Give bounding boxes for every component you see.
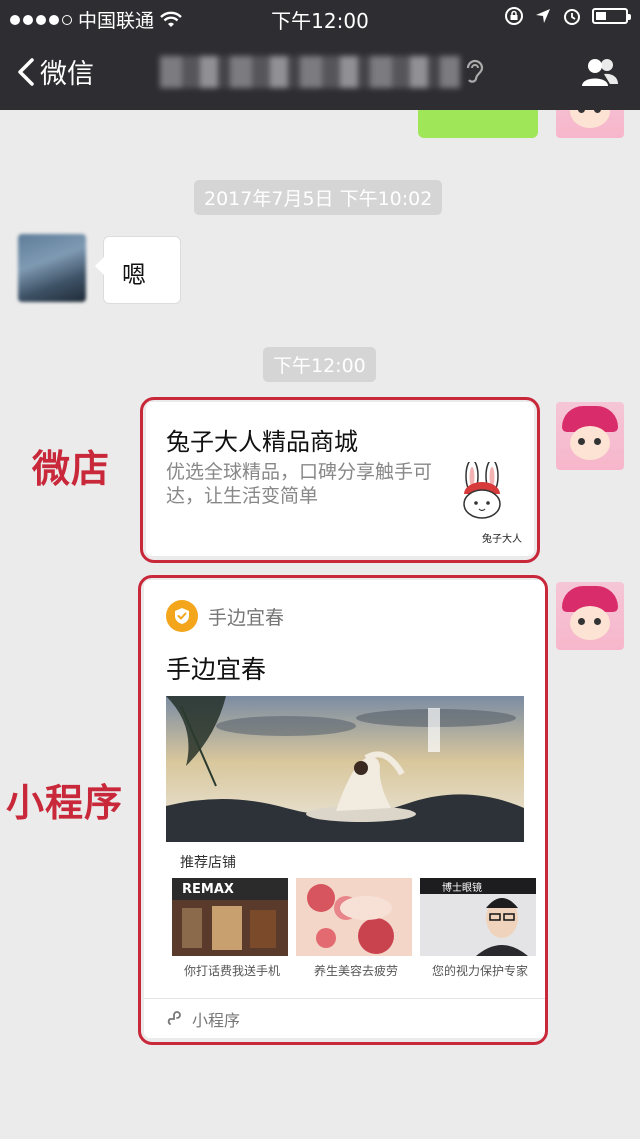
- annotation-miniprogram: 小程序: [6, 781, 124, 825]
- annotation-weidian: 微店: [32, 447, 111, 491]
- miniprogram-title: 手边宜春: [166, 655, 267, 684]
- miniprogram-footer: 小程序: [144, 998, 546, 1039]
- chat-title-blurred: [160, 56, 460, 88]
- shop-title: 兔子大人精品商城: [166, 428, 358, 456]
- rabbit-logo-text: 兔子大人: [482, 534, 522, 545]
- timestamp: 下午12:00: [263, 347, 376, 382]
- message-text: 嗯: [122, 261, 146, 289]
- location-icon: [536, 9, 550, 23]
- my-avatar[interactable]: [556, 402, 624, 470]
- my-avatar[interactable]: [556, 110, 624, 138]
- glasses-store-sign: 博士眼镜: [442, 883, 482, 894]
- status-bar: 中国联通 下午12:00: [0, 0, 640, 34]
- shop-thumbnail[interactable]: 博士眼镜: [420, 878, 536, 956]
- incoming-message-bubble[interactable]: 嗯: [95, 236, 181, 304]
- ear-icon: [466, 59, 484, 83]
- miniprogram-brand-row: 手边宜春: [166, 600, 284, 632]
- chat-area: 2017年7月5日 下午10:02 嗯 下午12:00 微店 小程序 兔子大人精…: [0, 110, 640, 1139]
- shop-caption: 您的视力保护专家: [432, 964, 529, 978]
- my-avatar[interactable]: [556, 582, 624, 650]
- miniprogram-brand-name: 手边宜春: [208, 606, 285, 629]
- shop-link-card[interactable]: 兔子大人精品商城 优选全球精品，口碑分享触手可达，让生活变简单 兔子大人: [146, 402, 534, 556]
- people-icon[interactable]: [580, 56, 620, 88]
- back-label: 微信: [40, 59, 94, 90]
- rabbit-logo-icon: [463, 462, 501, 519]
- sent-message-bubble[interactable]: [418, 110, 538, 138]
- rotation-lock-icon: [505, 7, 523, 25]
- shop-caption: 养生美容去疲劳: [314, 964, 399, 978]
- alarm-icon: [564, 9, 580, 25]
- battery-icon: [592, 8, 631, 24]
- chevron-left-icon: [18, 57, 34, 86]
- shop-caption: 你打话费我送手机: [184, 964, 281, 978]
- back-button[interactable]: 微信: [16, 52, 94, 91]
- shop-thumbnail[interactable]: [296, 878, 412, 956]
- shop-description: 优选全球精品，口碑分享触手可达，让生活变简单: [166, 461, 433, 507]
- miniprogram-card[interactable]: 手边宜春 手边宜春 推荐店铺 REMAX 博士眼镜 你打话费我送手机 养生美容去…: [144, 580, 546, 1038]
- miniprogram-link-icon: [167, 1011, 181, 1025]
- verified-badge-icon: [166, 600, 198, 632]
- shop-thumbnail[interactable]: REMAX: [172, 878, 288, 956]
- contact-avatar[interactable]: [18, 234, 86, 302]
- recommended-shops-label: 推荐店铺: [180, 855, 236, 871]
- yoga-banner-image: [166, 696, 524, 842]
- miniprogram-footer-label: 小程序: [192, 1011, 241, 1030]
- chat-nav-bar: 微信: [0, 34, 640, 110]
- timestamp: 2017年7月5日 下午10:02: [194, 180, 443, 215]
- remax-sign: REMAX: [182, 882, 234, 897]
